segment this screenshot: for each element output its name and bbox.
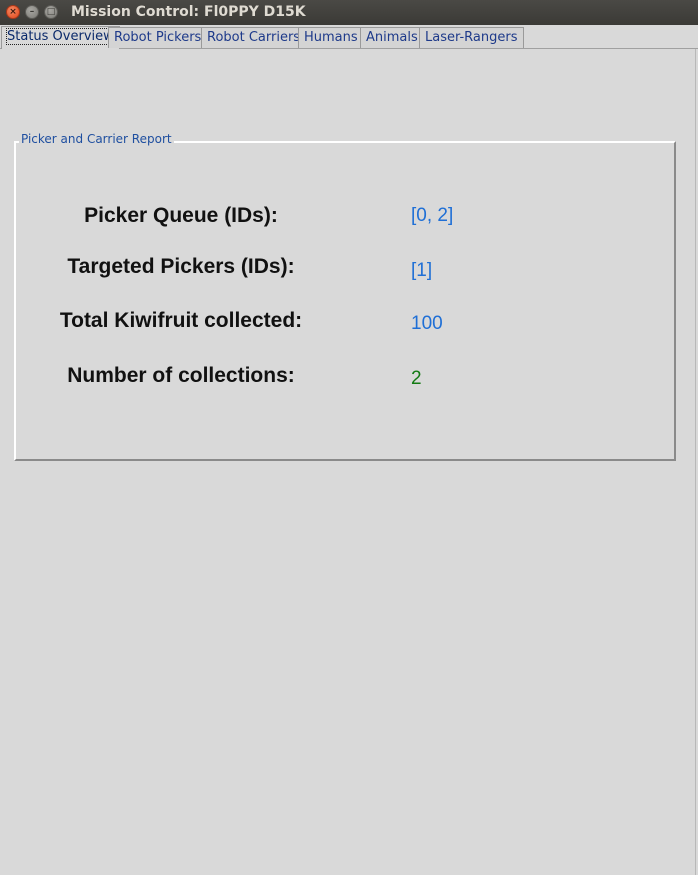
close-window-button[interactable]: ×	[6, 5, 20, 19]
tab-status-overview[interactable]: Status Overview	[1, 26, 120, 49]
number-of-collections-label: Number of collections:	[67, 364, 295, 387]
total-kiwifruit-label: Total Kiwifruit collected:	[59, 309, 303, 332]
tab-humans[interactable]: Humans	[298, 27, 364, 48]
report-title: Picker and Carrier Report	[19, 132, 174, 146]
minimize-window-button[interactable]: –	[25, 5, 39, 19]
tab-label: Status Overview	[6, 28, 115, 45]
total-kiwifruit-value: 100	[411, 313, 443, 334]
tab-bar: Status Overview Robot Pickers Robot Carr…	[0, 25, 698, 49]
picker-queue-label: Picker Queue (IDs):	[84, 204, 278, 227]
tab-label: Animals	[366, 30, 418, 45]
tab-label: Robot Carriers	[207, 30, 301, 45]
tab-robot-carriers[interactable]: Robot Carriers	[201, 27, 307, 48]
tab-robot-pickers[interactable]: Robot Pickers	[108, 27, 208, 48]
picker-queue-value: [0, 2]	[411, 205, 454, 226]
maximize-window-button[interactable]: □	[44, 5, 58, 19]
tab-label: Robot Pickers	[114, 30, 202, 45]
tab-label: Humans	[304, 30, 358, 45]
report-frame	[14, 141, 676, 461]
tab-label: Laser-Rangers	[425, 30, 518, 45]
targeted-pickers-label: Targeted Pickers (IDs):	[67, 255, 295, 278]
window-title: Mission Control: Fl0PPY D15K	[71, 4, 306, 20]
tab-animals[interactable]: Animals	[360, 27, 424, 48]
title-bar: × – □ Mission Control: Fl0PPY D15K	[0, 0, 698, 25]
number-of-collections-value: 2	[411, 368, 422, 389]
window-edge	[695, 49, 696, 875]
tab-laser-rangers[interactable]: Laser-Rangers	[419, 27, 524, 48]
targeted-pickers-value: [1]	[411, 260, 433, 281]
